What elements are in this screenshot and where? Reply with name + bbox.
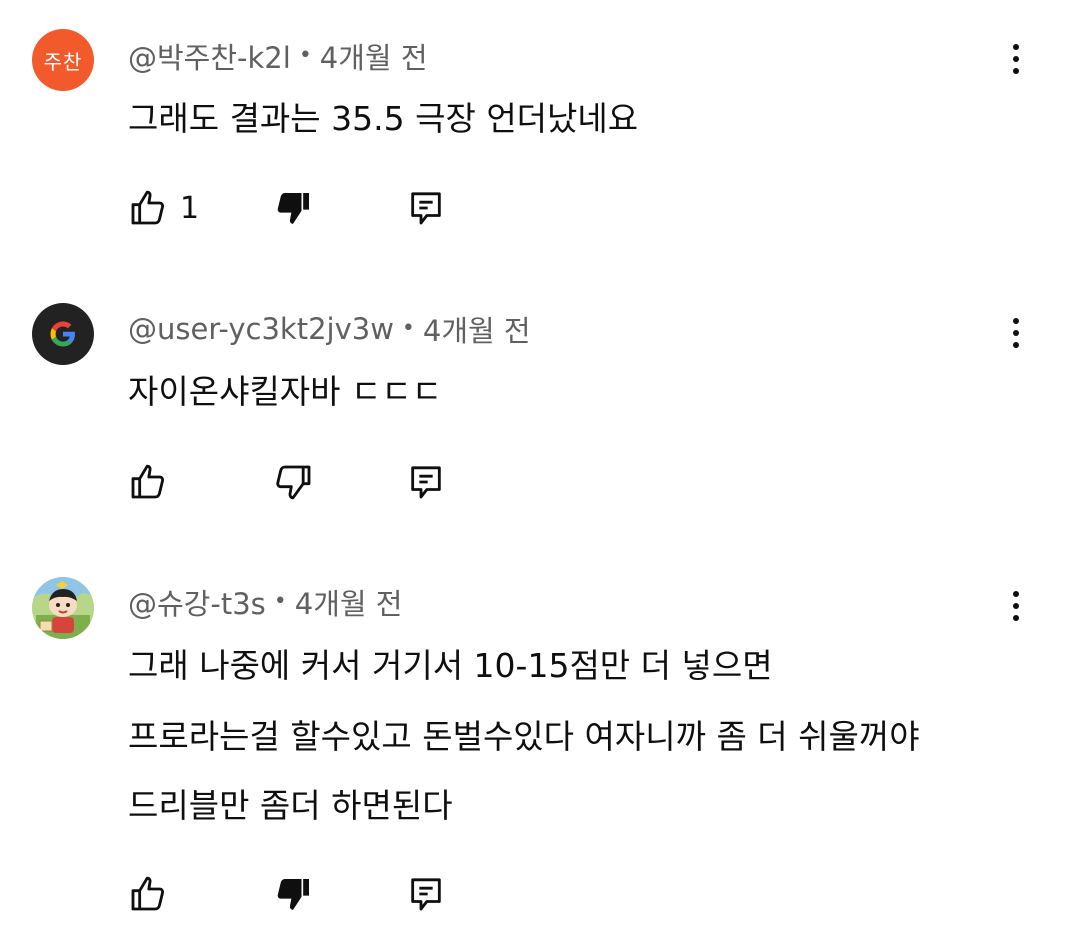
- comment-text-line: 그래 나중에 커서 거기서 10-15점만 더 넣으면: [128, 646, 773, 685]
- like-count: 1: [180, 190, 200, 226]
- thumbs-down-icon: [277, 193, 309, 224]
- thumbs-up-icon: [131, 464, 165, 499]
- timestamp[interactable]: 4개월 전: [320, 35, 428, 77]
- timestamp[interactable]: 4개월 전: [295, 581, 403, 623]
- google-g-icon: [50, 321, 75, 347]
- like-button[interactable]: [128, 458, 168, 506]
- more-vertical-icon[interactable]: [994, 309, 1038, 357]
- comment-text: 그래도 결과는 35.5 극장 언더났네요: [128, 99, 639, 138]
- reply-button[interactable]: [406, 184, 446, 232]
- reply-icon: [411, 466, 441, 499]
- separator-dot: •: [298, 42, 312, 68]
- author-name[interactable]: @user-yc3kt2jv3w: [128, 312, 394, 346]
- reply-button[interactable]: [406, 870, 446, 918]
- more-vertical-icon[interactable]: [994, 582, 1038, 630]
- comment-text: 자이온샤킬자바 ㄷㄷㄷ: [128, 372, 443, 411]
- comment-header: @박주찬-k2l • 4개월 전: [128, 36, 428, 76]
- reply-button[interactable]: [406, 458, 446, 506]
- comment-actions: [0, 870, 1080, 918]
- timestamp[interactable]: 4개월 전: [423, 308, 531, 350]
- author-name[interactable]: @박주찬-k2l: [128, 35, 291, 77]
- avatar-initials: 주찬: [43, 49, 83, 74]
- avatar[interactable]: 주찬: [32, 29, 94, 91]
- reply-icon: [411, 878, 441, 911]
- separator-dot: •: [273, 588, 287, 614]
- like-button[interactable]: [128, 870, 168, 918]
- comment-text-line: 프로라는걸 할수있고 돈벌수있다 여자니까 좀 더 쉬울꺼야: [128, 717, 920, 756]
- more-vertical-icon[interactable]: [994, 35, 1038, 83]
- comment-actions: 1: [0, 184, 1080, 232]
- comment-header: @슈강-t3s • 4개월 전: [128, 582, 402, 622]
- comment-header: @user-yc3kt2jv3w • 4개월 전: [128, 309, 531, 349]
- cartoon-character-icon: [32, 577, 94, 639]
- comment-actions: [0, 458, 1080, 506]
- separator-dot: •: [401, 315, 415, 341]
- comment-text-line: 드리블만 좀더 하면된다: [128, 786, 453, 825]
- reply-icon: [411, 192, 441, 225]
- thumbs-down-icon: [276, 465, 311, 500]
- google-g-avatar[interactable]: [32, 303, 94, 365]
- thumbs-down-icon: [277, 879, 309, 910]
- dislike-button[interactable]: [274, 870, 314, 918]
- thumbs-up-icon: [131, 876, 165, 911]
- thumbs-up-icon: [131, 190, 165, 225]
- cartoon-character-avatar[interactable]: [32, 577, 94, 639]
- dislike-button[interactable]: [274, 458, 314, 506]
- author-name[interactable]: @슈강-t3s: [128, 581, 266, 623]
- like-button[interactable]: 1: [128, 184, 199, 232]
- dislike-button[interactable]: [274, 184, 314, 232]
